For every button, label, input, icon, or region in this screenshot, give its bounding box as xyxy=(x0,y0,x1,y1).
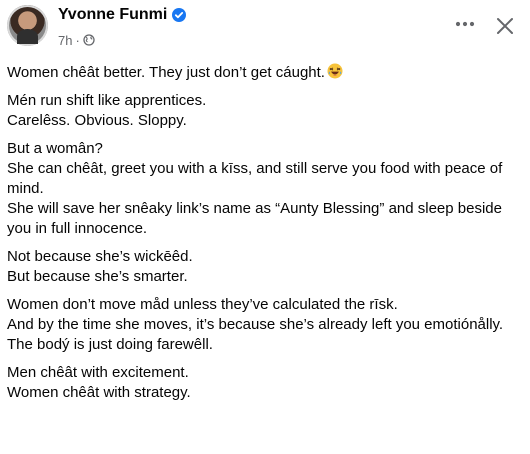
close-button[interactable] xyxy=(490,11,520,41)
post-paragraph-text: Women chêât better. They just don’t get … xyxy=(7,64,325,81)
meta-separator: · xyxy=(75,32,80,48)
close-icon xyxy=(497,18,513,34)
facebook-post: Yvonne Funmi 7h · Women chêât better. Th… xyxy=(0,0,530,454)
post-text: Women chêât better. They just don’t get … xyxy=(7,63,522,411)
globe-icon[interactable] xyxy=(83,34,95,46)
laughing-emoji-icon xyxy=(327,63,343,79)
post-meta: 7h · xyxy=(58,31,95,49)
post-timestamp[interactable]: 7h xyxy=(58,33,72,48)
more-horizontal-icon xyxy=(455,21,475,27)
more-options-button[interactable] xyxy=(450,11,480,37)
post-paragraph: Men chêât with excitement. Women chêât w… xyxy=(7,364,191,401)
post-paragraph: Women chêât better. They just don’t get … xyxy=(7,63,522,83)
post-paragraph: Women don’t move måd unless they’ve calc… xyxy=(7,296,504,353)
author-name[interactable]: Yvonne Funmi xyxy=(58,4,167,26)
post-paragraph: But a womân? She can chêât, greet you wi… xyxy=(7,140,503,237)
author-row: Yvonne Funmi xyxy=(58,4,187,26)
post-paragraph: Mén run shift like apprentices. Carelêss… xyxy=(7,92,207,129)
post-paragraph: Not because she’s wickēêd. But because s… xyxy=(7,248,193,285)
verified-badge-icon xyxy=(172,8,187,22)
author-avatar[interactable] xyxy=(7,5,48,46)
